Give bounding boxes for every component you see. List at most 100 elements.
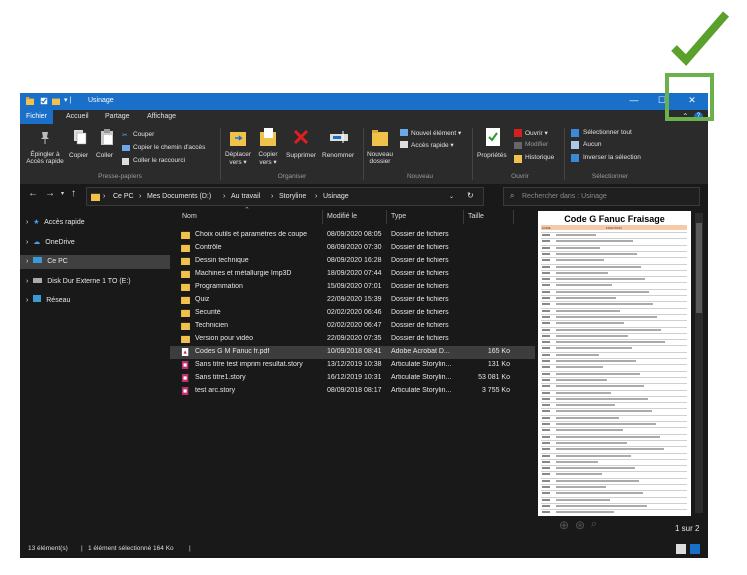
expand-chevron-icon[interactable]: › — [26, 239, 28, 246]
ribbon: Épingler à Accès rapide Copier Coller ✂ … — [20, 124, 708, 185]
select-none-button[interactable]: Aucun — [583, 141, 601, 148]
properties-button[interactable]: Propriétés — [477, 152, 507, 159]
pin-quick-access-button[interactable]: Épingler à Accès rapide — [26, 151, 64, 165]
tab-accueil[interactable]: Accueil — [66, 113, 89, 120]
forward-button[interactable]: → — [45, 188, 55, 199]
open-button[interactable]: Ouvrir ▾ — [525, 129, 548, 137]
details-view-icon[interactable] — [676, 544, 686, 554]
copy-button[interactable]: Copier — [69, 152, 88, 159]
file-row[interactable]: Programmation 15/09/2020 07:01 Dossier de … — [170, 281, 535, 294]
tab-partage[interactable]: Partage — [105, 113, 130, 120]
recent-locations-icon[interactable]: ▾ — [61, 190, 64, 197]
expand-chevron-icon[interactable]: › — [26, 297, 28, 304]
delete-button[interactable]: Supprimer — [286, 152, 316, 159]
tab-affichage[interactable]: Affichage — [147, 113, 176, 120]
preview-table-header: CODE FONCTION — [541, 225, 687, 230]
search-box[interactable]: ⌕ Rechercher dans : Usinage — [503, 187, 700, 206]
preview-code-placeholder — [542, 410, 550, 413]
file-row[interactable]: test arc.story 08/09/2018 08:17 Articulate… — [170, 385, 535, 398]
file-row[interactable]: Sans titre test imprim resultat.story 13/… — [170, 359, 535, 372]
file-name: Dessin technique — [195, 257, 249, 264]
new-folder-label-2: dossier — [369, 158, 391, 165]
breadcrumb-storyline[interactable]: Storyline — [279, 193, 306, 200]
preview-row-line — [541, 257, 687, 259]
rename-button[interactable]: Renommer — [322, 152, 354, 159]
large-icons-view-icon[interactable] — [690, 544, 700, 554]
file-row[interactable]: Dessin technique 08/09/2020 16:28 Dossier … — [170, 255, 535, 268]
file-row[interactable]: Choix outils et paramètres de coupe 08/09… — [170, 229, 535, 242]
new-folder-button[interactable]: Nouveau dossier — [365, 151, 395, 165]
column-separator[interactable] — [322, 210, 323, 224]
easy-access-button[interactable]: Accès rapide ▾ — [411, 141, 454, 149]
file-type: Dossier de fichiers — [391, 244, 449, 251]
quick-access-dropdown-icon[interactable]: ▾ | — [64, 96, 71, 104]
properties-icon[interactable] — [40, 97, 48, 105]
cut-button[interactable]: Couper — [133, 131, 154, 138]
preview-code-placeholder — [542, 246, 550, 249]
address-bar[interactable]: › Ce PC › Mes Documents (D:) › Au travai… — [86, 187, 484, 206]
file-row[interactable]: Codes G M Fanuc fr.pdf 10/09/2018 08:41 Ad… — [170, 346, 535, 359]
nav-item-ce-pc[interactable]: › Ce PC — [20, 255, 170, 269]
nav-item-onedrive[interactable]: › ☁ OneDrive — [26, 236, 75, 250]
paste-shortcut-button[interactable]: Coller le raccourci — [133, 157, 185, 164]
nav-item-acces-rapide[interactable]: › ★ Accès rapide — [26, 216, 85, 230]
up-button[interactable]: ↑ — [71, 188, 76, 199]
history-button[interactable]: Historique — [525, 154, 554, 161]
preview-row-line — [541, 244, 687, 246]
select-all-button[interactable]: Sélectionner tout — [583, 129, 632, 136]
page-counter: 1 sur 2 — [675, 524, 700, 533]
preview-text-placeholder — [556, 410, 652, 413]
nav-item-disk-externe[interactable]: › Disk Dur Externe 1 TO (E:) — [26, 275, 131, 289]
column-header-modified[interactable]: Modifié le — [327, 213, 357, 220]
column-header-type[interactable]: Type — [391, 213, 406, 220]
status-bar: 13 élément(s) | 1 élément sélectionné 16… — [20, 541, 708, 558]
file-row[interactable]: Version pour vidéo 22/09/2020 07:35 Dossie… — [170, 333, 535, 346]
refresh-icon[interactable]: ↻ — [467, 191, 474, 200]
copy-path-button[interactable]: Copier le chemin d'accès — [133, 144, 205, 151]
column-header-size[interactable]: Taille — [468, 213, 484, 220]
copy-to-button[interactable]: Copier vers ▾ — [253, 151, 283, 166]
expand-chevron-icon[interactable]: › — [26, 258, 28, 265]
nav-item-reseau[interactable]: › Réseau — [26, 294, 70, 308]
breadcrumb-au-travail[interactable]: Au travail — [231, 193, 260, 200]
preview-code-placeholder — [542, 498, 550, 501]
column-separator[interactable] — [386, 210, 387, 224]
preview-row-line — [541, 232, 687, 233]
tab-fichier[interactable]: Fichier — [20, 110, 54, 124]
preview-code-placeholder — [542, 492, 550, 495]
file-row[interactable]: Technicien 02/02/2020 06:47 Dossier de fic… — [170, 320, 535, 333]
preview-scrollbar[interactable] — [695, 213, 703, 513]
edit-button[interactable]: Modifier — [525, 141, 548, 148]
preview-row-line — [541, 345, 687, 347]
expand-chevron-icon[interactable]: › — [26, 278, 28, 285]
invert-selection-button[interactable]: Inverser la sélection — [583, 154, 641, 161]
breadcrumb-usinage[interactable]: Usinage — [323, 193, 349, 200]
zoom-in-icon[interactable]: ⊕ — [559, 518, 569, 532]
file-row[interactable]: Quiz 22/09/2020 15:39 Dossier de fichiers — [170, 294, 535, 307]
preview-text-placeholder — [556, 454, 631, 457]
pdf-preview-page[interactable]: Code G Fanuc Fraisage CODE FONCTION — [538, 211, 691, 516]
file-row[interactable]: Securité 02/02/2020 06:46 Dossier de fichi… — [170, 307, 535, 320]
column-separator[interactable] — [463, 210, 464, 224]
minimize-button[interactable]: — — [624, 95, 644, 105]
file-row[interactable]: Sans titre1.story 16/12/2019 10:31 Articul… — [170, 372, 535, 385]
download-icon[interactable]: ⊛ — [575, 518, 585, 532]
column-header-name[interactable]: Nom — [182, 213, 197, 220]
expand-chevron-icon[interactable]: › — [26, 219, 28, 226]
paste-button[interactable]: Coller — [96, 152, 113, 159]
column-separator[interactable] — [513, 210, 514, 224]
preview-text-placeholder — [556, 441, 627, 444]
new-item-button[interactable]: Nouvel élément ▾ — [411, 129, 461, 137]
preview-row-line — [541, 408, 687, 410]
breadcrumb-ce-pc[interactable]: Ce PC — [113, 193, 134, 200]
new-folder-quick-icon[interactable] — [52, 97, 60, 105]
file-row[interactable]: Machines et métallurgie Imp3D 18/09/2020 … — [170, 268, 535, 281]
scrollbar-thumb[interactable] — [696, 223, 702, 313]
breadcrumb-mes-documents[interactable]: Mes Documents (D:) — [147, 193, 211, 200]
back-button[interactable]: ← — [28, 188, 38, 199]
file-row[interactable]: Contrôle 08/09/2020 07:30 Dossier de fichi… — [170, 242, 535, 255]
preview-text-placeholder — [556, 479, 639, 482]
move-to-button[interactable]: Déplacer vers ▾ — [222, 151, 254, 166]
search-doc-icon[interactable]: ⌕ — [591, 518, 597, 531]
address-dropdown-icon[interactable]: ⌄ — [449, 193, 454, 200]
